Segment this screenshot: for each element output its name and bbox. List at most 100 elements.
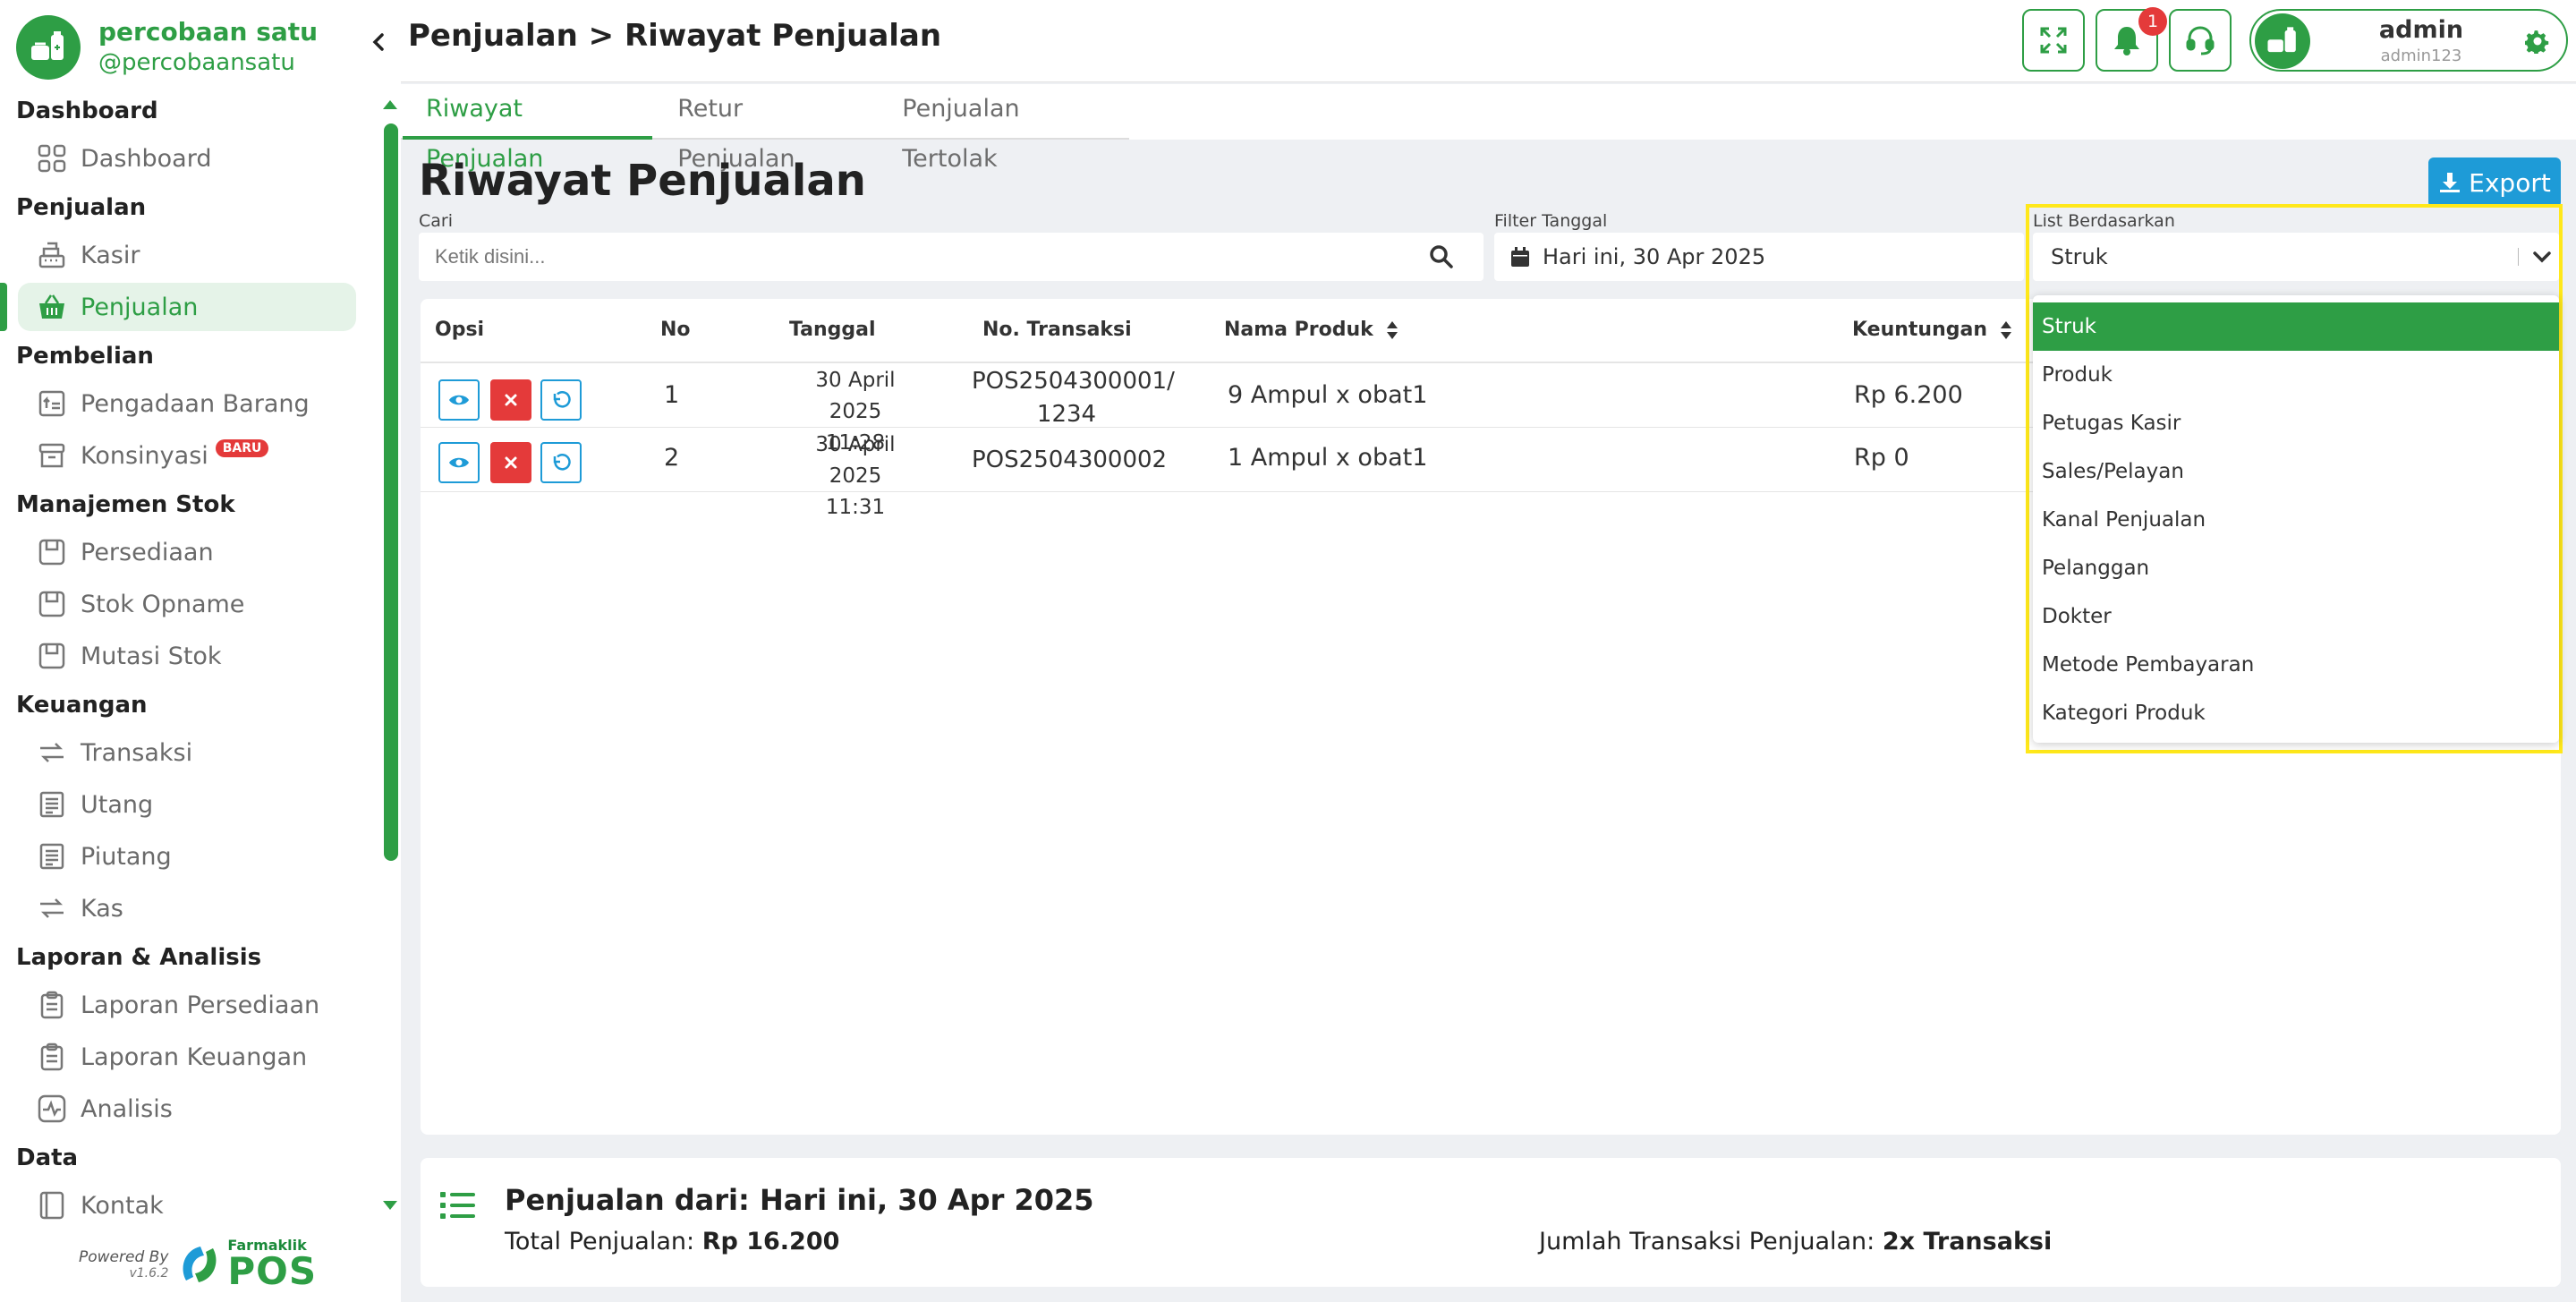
return-button[interactable] xyxy=(540,442,582,483)
option-kanal-penjualan[interactable]: Kanal Penjualan xyxy=(2033,496,2559,544)
option-dokter[interactable]: Dokter xyxy=(2033,592,2559,641)
support-button[interactable] xyxy=(2169,9,2232,72)
sort-icon xyxy=(2000,320,2012,340)
search-input[interactable] xyxy=(419,233,1421,281)
sidebar-item-stok-opname[interactable]: Stok Opname xyxy=(18,580,356,628)
sidebar-item-persediaan[interactable]: Persediaan xyxy=(18,528,356,576)
sidebar-item-laporan-persediaan[interactable]: Laporan Persediaan xyxy=(18,981,356,1029)
sidebar: percobaan satu @percobaansatu Dashboard … xyxy=(0,0,401,1302)
procurement-icon xyxy=(34,386,70,421)
sidebar-item-label: Konsinyasi xyxy=(81,441,208,470)
row-profit: Rp 6.200 xyxy=(1854,381,1963,409)
eye-icon xyxy=(449,457,469,468)
sidebar-item-kas[interactable]: Kas xyxy=(18,884,356,932)
sidebar-item-label: Kas xyxy=(81,894,123,923)
tab-bar: Riwayat Penjualan Retur Penjualan Penjua… xyxy=(401,84,2576,173)
farmaklik-logo-icon xyxy=(183,1247,217,1282)
logo-big-text: POS xyxy=(227,1249,318,1293)
return-button[interactable] xyxy=(540,379,582,421)
export-label: Export xyxy=(2469,167,2551,198)
store-handle: @percobaansatu xyxy=(98,49,295,76)
sidebar-item-label: Utang xyxy=(81,790,154,819)
sidebar-item-piutang[interactable]: Piutang xyxy=(18,832,356,881)
calendar-icon xyxy=(1510,246,1530,268)
list-by-select[interactable]: Struk xyxy=(2033,233,2559,281)
row-product: 9 Ampul x obat1 xyxy=(1228,381,1428,409)
option-metode-pembayaran[interactable]: Metode Pembayaran xyxy=(2033,641,2559,689)
sidebar-item-utang[interactable]: Utang xyxy=(18,780,356,829)
sidebar-item-label: Dashboard xyxy=(81,144,212,173)
powered-by-label: Powered By xyxy=(79,1248,169,1266)
pharmacy-logo-icon xyxy=(16,15,81,80)
export-button[interactable]: Export xyxy=(2428,157,2561,208)
receipt-icon xyxy=(34,787,70,822)
inventory-icon xyxy=(34,586,70,622)
row-trx-line1: POS2504300001/ xyxy=(972,368,1175,395)
clipboard-icon xyxy=(34,1039,70,1075)
scroll-down-arrow-icon[interactable] xyxy=(379,1194,401,1217)
settings-button[interactable] xyxy=(2523,27,2552,55)
sidebar-item-label: Pengadaan Barang xyxy=(81,389,310,418)
row-date-time: 11:31 xyxy=(825,496,886,519)
sidebar-item-analisis[interactable]: Analisis xyxy=(18,1085,356,1133)
eye-icon xyxy=(449,395,469,405)
column-header-nama-produk[interactable]: Nama Produk xyxy=(1224,319,1399,341)
farmaklik-pos-logo: Farmaklik POS xyxy=(177,1238,317,1290)
notification-button[interactable]: 1 xyxy=(2096,7,2167,72)
delete-button[interactable] xyxy=(490,379,531,421)
option-petugas-kasir[interactable]: Petugas Kasir xyxy=(2033,399,2559,447)
sidebar-item-pengadaan-barang[interactable]: Pengadaan Barang xyxy=(18,379,356,428)
option-pelanggan[interactable]: Pelanggan xyxy=(2033,544,2559,592)
sidebar-item-transaksi[interactable]: Transaksi xyxy=(18,728,356,777)
row-date: 30 April 2025 11:31 xyxy=(789,430,922,523)
view-button[interactable] xyxy=(438,442,480,483)
brand-block: percobaan satu @percobaansatu xyxy=(16,14,318,81)
sidebar-item-label: Persediaan xyxy=(81,538,214,566)
option-struk[interactable]: Struk xyxy=(2033,302,2559,351)
sidebar-item-label: Kontak xyxy=(81,1191,164,1220)
summary-transaction-count: Jumlah Transaksi Penjualan: 2x Transaksi xyxy=(1539,1228,2052,1255)
clipboard-icon xyxy=(34,987,70,1023)
row-date-day: 30 April 2025 xyxy=(815,369,896,423)
section-title-dashboard: Dashboard xyxy=(16,98,158,124)
scroll-up-arrow-icon[interactable] xyxy=(379,93,401,116)
row-no: 1 xyxy=(664,381,680,409)
option-sales-pelayan[interactable]: Sales/Pelayan xyxy=(2033,447,2559,496)
sidebar-item-mutasi-stok[interactable]: Mutasi Stok xyxy=(18,632,356,680)
option-kategori-produk[interactable]: Kategori Produk xyxy=(2033,689,2559,737)
sidebar-item-laporan-keuangan[interactable]: Laporan Keuangan xyxy=(18,1033,356,1081)
list-icon xyxy=(440,1192,475,1219)
cash-register-icon xyxy=(34,237,70,273)
chevron-down-icon xyxy=(2533,251,2551,263)
sidebar-item-penjualan[interactable]: Penjualan xyxy=(0,283,356,331)
column-header-opsi: Opsi xyxy=(435,319,485,341)
date-filter-field[interactable]: Hari ini, 30 Apr 2025 xyxy=(1494,233,2024,281)
summary-title: Penjualan dari: Hari ini, 30 Apr 2025 xyxy=(505,1183,1094,1217)
tab-retur-penjualan[interactable]: Retur Penjualan xyxy=(652,84,877,173)
tab-penjualan-tertolak[interactable]: Penjualan Tertolak xyxy=(877,84,1129,173)
sidebar-menu: Dashboard Dashboard Penjualan Kasir Penj… xyxy=(0,86,376,1249)
pharmacy-logo-icon xyxy=(2267,27,2296,53)
contact-book-icon xyxy=(34,1187,70,1223)
sidebar-item-dashboard[interactable]: Dashboard xyxy=(18,134,356,183)
row-date-day: 30 April 2025 xyxy=(815,433,896,488)
sidebar-item-kasir[interactable]: Kasir xyxy=(18,231,356,279)
sidebar-item-konsinyasi[interactable]: Konsinyasi BARU xyxy=(18,431,356,480)
section-title-penjualan: Penjualan xyxy=(16,194,147,221)
option-produk[interactable]: Produk xyxy=(2033,351,2559,399)
view-button[interactable] xyxy=(438,379,480,421)
collapse-sidebar-button[interactable] xyxy=(363,27,394,57)
sidebar-item-kontak[interactable]: Kontak xyxy=(18,1181,356,1230)
scrollbar-thumb[interactable] xyxy=(384,123,398,861)
column-header-keuntungan[interactable]: Keuntungan xyxy=(1852,319,2012,341)
user-profile-box[interactable]: admin admin123 xyxy=(2249,9,2568,72)
exchange-icon xyxy=(34,890,70,926)
count-label: Jumlah Transaksi Penjualan: xyxy=(1539,1228,1883,1255)
sidebar-scrollbar[interactable] xyxy=(379,93,401,1221)
app-version: v1.6.2 xyxy=(129,1266,169,1281)
delete-button[interactable] xyxy=(490,442,531,483)
tab-riwayat-penjualan[interactable]: Riwayat Penjualan xyxy=(403,84,653,173)
search-icon[interactable] xyxy=(1428,243,1455,270)
fullscreen-button[interactable] xyxy=(2022,9,2085,72)
row-transaction-number: POS2504300001/ 1234 xyxy=(972,365,1175,431)
